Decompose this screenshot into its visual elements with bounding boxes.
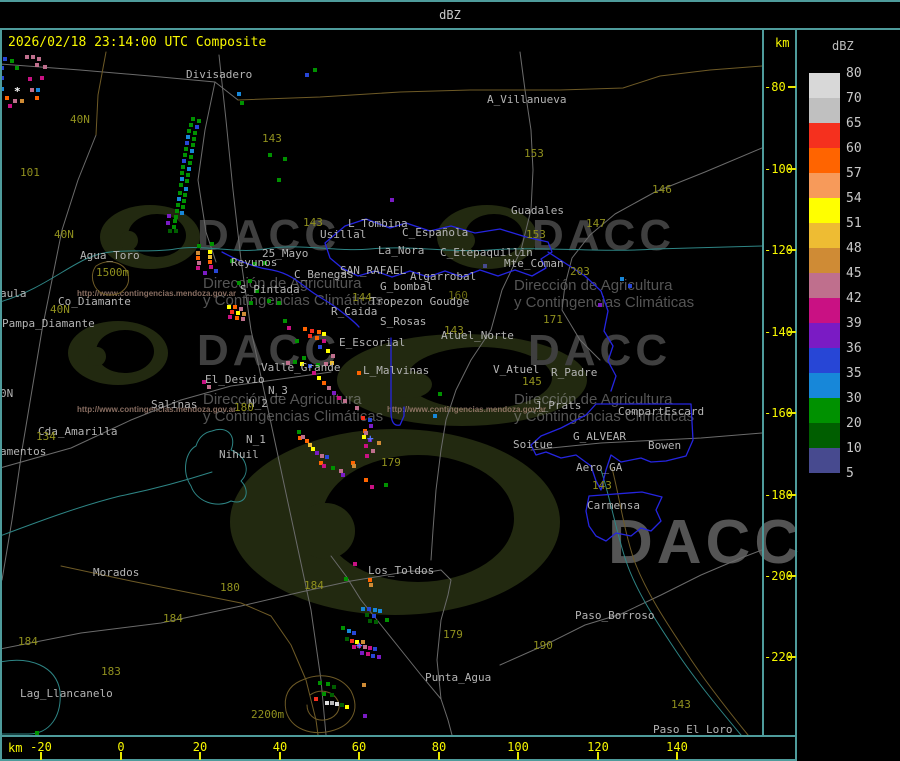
axes: -80 -100 -120 -140 -160 -180 -200 -220 -20 0 20 40 6… bbox=[0, 0, 900, 761]
radar-composite-window: DACC DACC DACC DACC DACC Dirección de Agricul… bbox=[0, 0, 900, 761]
bottom-axis-tick bbox=[40, 752, 42, 760]
bottom-axis-tick bbox=[199, 752, 201, 760]
right-axis-tick bbox=[788, 494, 796, 496]
right-axis-tick-label: -80 bbox=[764, 80, 786, 94]
right-axis-tick bbox=[788, 412, 796, 414]
right-axis-tick bbox=[788, 249, 796, 251]
bottom-axis-tick bbox=[517, 752, 519, 760]
right-axis-tick bbox=[788, 168, 796, 170]
right-axis-tick bbox=[788, 331, 796, 333]
bottom-axis-tick bbox=[279, 752, 281, 760]
bottom-axis-tick bbox=[358, 752, 360, 760]
right-axis-tick bbox=[788, 656, 796, 658]
bottom-axis-tick bbox=[438, 752, 440, 760]
bottom-axis-tick bbox=[676, 752, 678, 760]
bottom-axis-tick bbox=[120, 752, 122, 760]
right-axis-tick bbox=[788, 575, 796, 577]
bottom-axis-tick bbox=[597, 752, 599, 760]
right-axis-tick bbox=[788, 86, 796, 88]
